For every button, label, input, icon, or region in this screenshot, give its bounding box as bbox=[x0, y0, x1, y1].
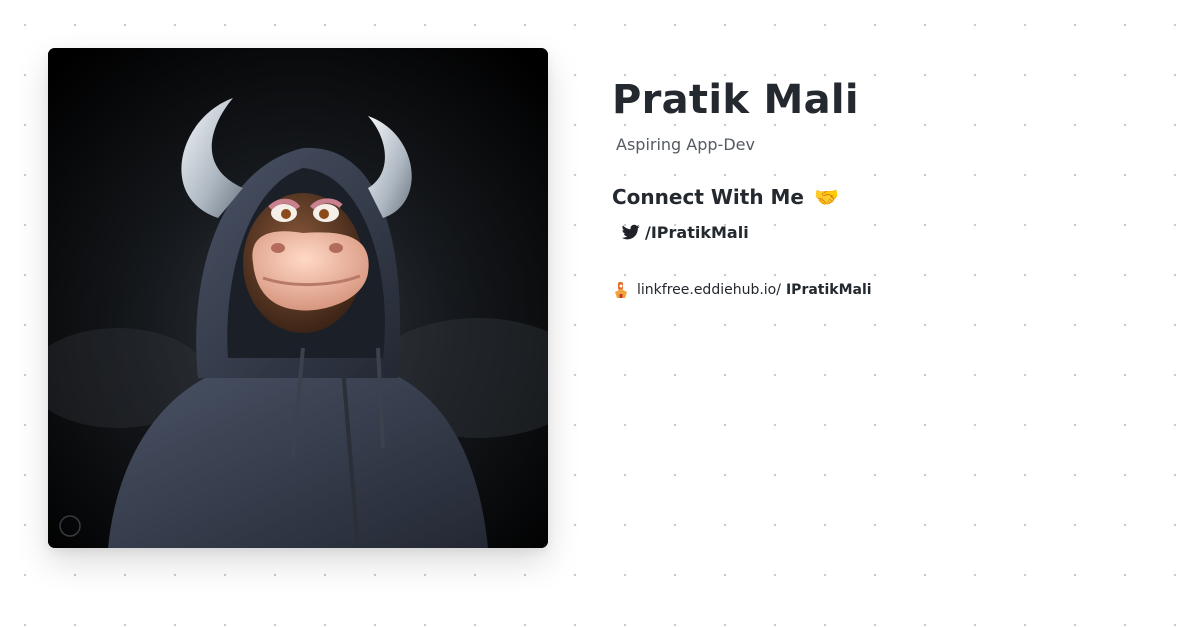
profile-tagline: Aspiring App-Dev bbox=[616, 135, 755, 154]
profile-avatar bbox=[48, 48, 548, 548]
linkfree-logo-icon bbox=[615, 282, 627, 298]
twitter-icon bbox=[622, 224, 640, 240]
connect-heading-label: Connect With Me bbox=[612, 185, 804, 209]
twitter-link[interactable]: /IPratikMali bbox=[622, 221, 1172, 243]
profile-name: Pratik Mali bbox=[612, 77, 859, 123]
avatar-image bbox=[48, 48, 548, 548]
profile-info: Pratik Mali Aspiring App-Dev Connect Wit… bbox=[612, 72, 1172, 300]
linkfree-username: IPratikMali bbox=[785, 282, 872, 298]
handshake-icon: 🤝 bbox=[813, 185, 839, 209]
linkfree-link[interactable]: linkfree.eddiehub.io/ IPratikMali bbox=[612, 280, 1172, 300]
twitter-handle: /IPratikMali bbox=[645, 222, 749, 242]
linkfree-domain: linkfree.eddiehub.io/ bbox=[637, 282, 781, 298]
connect-heading: Connect With Me 🤝 bbox=[612, 183, 1172, 211]
